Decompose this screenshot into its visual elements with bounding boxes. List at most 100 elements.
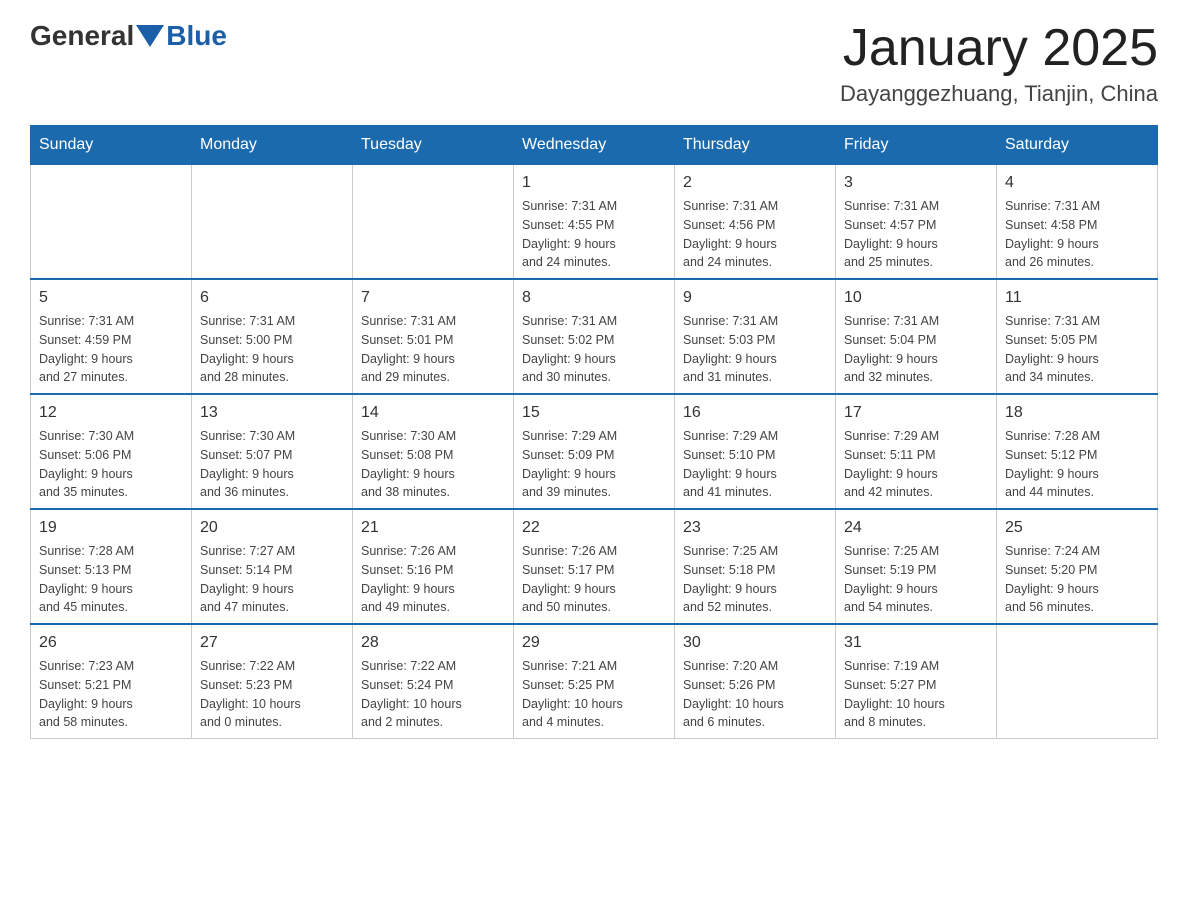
calendar-day-cell: 22Sunrise: 7:26 AM Sunset: 5:17 PM Dayli… xyxy=(514,509,675,624)
day-info: Sunrise: 7:31 AM Sunset: 5:00 PM Dayligh… xyxy=(200,312,344,387)
day-number: 17 xyxy=(844,401,988,425)
calendar-day-cell: 9Sunrise: 7:31 AM Sunset: 5:03 PM Daylig… xyxy=(675,279,836,394)
day-number: 29 xyxy=(522,631,666,655)
calendar-week-row: 1Sunrise: 7:31 AM Sunset: 4:55 PM Daylig… xyxy=(31,165,1158,280)
calendar-week-row: 19Sunrise: 7:28 AM Sunset: 5:13 PM Dayli… xyxy=(31,509,1158,624)
day-number: 30 xyxy=(683,631,827,655)
calendar-day-cell xyxy=(192,165,353,280)
day-info: Sunrise: 7:27 AM Sunset: 5:14 PM Dayligh… xyxy=(200,542,344,617)
day-info: Sunrise: 7:25 AM Sunset: 5:19 PM Dayligh… xyxy=(844,542,988,617)
day-info: Sunrise: 7:26 AM Sunset: 5:16 PM Dayligh… xyxy=(361,542,505,617)
calendar-day-cell: 27Sunrise: 7:22 AM Sunset: 5:23 PM Dayli… xyxy=(192,624,353,739)
day-number: 1 xyxy=(522,171,666,195)
calendar-day-cell: 26Sunrise: 7:23 AM Sunset: 5:21 PM Dayli… xyxy=(31,624,192,739)
weekday-header-saturday: Saturday xyxy=(997,126,1158,165)
day-number: 28 xyxy=(361,631,505,655)
calendar-day-cell: 25Sunrise: 7:24 AM Sunset: 5:20 PM Dayli… xyxy=(997,509,1158,624)
day-number: 8 xyxy=(522,286,666,310)
calendar-day-cell: 4Sunrise: 7:31 AM Sunset: 4:58 PM Daylig… xyxy=(997,165,1158,280)
weekday-header-friday: Friday xyxy=(836,126,997,165)
calendar-day-cell: 24Sunrise: 7:25 AM Sunset: 5:19 PM Dayli… xyxy=(836,509,997,624)
day-info: Sunrise: 7:21 AM Sunset: 5:25 PM Dayligh… xyxy=(522,657,666,732)
calendar-day-cell: 18Sunrise: 7:28 AM Sunset: 5:12 PM Dayli… xyxy=(997,394,1158,509)
calendar-day-cell: 10Sunrise: 7:31 AM Sunset: 5:04 PM Dayli… xyxy=(836,279,997,394)
day-number: 10 xyxy=(844,286,988,310)
day-number: 5 xyxy=(39,286,183,310)
day-info: Sunrise: 7:20 AM Sunset: 5:26 PM Dayligh… xyxy=(683,657,827,732)
day-info: Sunrise: 7:31 AM Sunset: 5:04 PM Dayligh… xyxy=(844,312,988,387)
logo-blue-text: Blue xyxy=(166,20,227,52)
calendar-day-cell xyxy=(353,165,514,280)
day-number: 12 xyxy=(39,401,183,425)
day-info: Sunrise: 7:22 AM Sunset: 5:24 PM Dayligh… xyxy=(361,657,505,732)
day-info: Sunrise: 7:31 AM Sunset: 4:58 PM Dayligh… xyxy=(1005,197,1149,272)
day-info: Sunrise: 7:29 AM Sunset: 5:11 PM Dayligh… xyxy=(844,427,988,502)
calendar-day-cell: 31Sunrise: 7:19 AM Sunset: 5:27 PM Dayli… xyxy=(836,624,997,739)
logo-triangle-icon xyxy=(136,25,164,47)
calendar-week-row: 12Sunrise: 7:30 AM Sunset: 5:06 PM Dayli… xyxy=(31,394,1158,509)
calendar-day-cell: 14Sunrise: 7:30 AM Sunset: 5:08 PM Dayli… xyxy=(353,394,514,509)
calendar-day-cell: 15Sunrise: 7:29 AM Sunset: 5:09 PM Dayli… xyxy=(514,394,675,509)
calendar-day-cell: 20Sunrise: 7:27 AM Sunset: 5:14 PM Dayli… xyxy=(192,509,353,624)
weekday-header-sunday: Sunday xyxy=(31,126,192,165)
calendar-table: SundayMondayTuesdayWednesdayThursdayFrid… xyxy=(30,125,1158,739)
day-info: Sunrise: 7:29 AM Sunset: 5:10 PM Dayligh… xyxy=(683,427,827,502)
location-title: Dayanggezhuang, Tianjin, China xyxy=(840,81,1158,107)
calendar-day-cell: 5Sunrise: 7:31 AM Sunset: 4:59 PM Daylig… xyxy=(31,279,192,394)
day-info: Sunrise: 7:31 AM Sunset: 4:55 PM Dayligh… xyxy=(522,197,666,272)
day-info: Sunrise: 7:31 AM Sunset: 4:56 PM Dayligh… xyxy=(683,197,827,272)
calendar-day-cell: 1Sunrise: 7:31 AM Sunset: 4:55 PM Daylig… xyxy=(514,165,675,280)
calendar-day-cell: 6Sunrise: 7:31 AM Sunset: 5:00 PM Daylig… xyxy=(192,279,353,394)
day-info: Sunrise: 7:28 AM Sunset: 5:12 PM Dayligh… xyxy=(1005,427,1149,502)
page-header: General Blue January 2025 Dayanggezhuang… xyxy=(30,20,1158,107)
day-info: Sunrise: 7:25 AM Sunset: 5:18 PM Dayligh… xyxy=(683,542,827,617)
day-number: 15 xyxy=(522,401,666,425)
day-number: 27 xyxy=(200,631,344,655)
day-number: 7 xyxy=(361,286,505,310)
calendar-day-cell: 28Sunrise: 7:22 AM Sunset: 5:24 PM Dayli… xyxy=(353,624,514,739)
calendar-day-cell: 30Sunrise: 7:20 AM Sunset: 5:26 PM Dayli… xyxy=(675,624,836,739)
logo-general-text: General xyxy=(30,20,134,52)
day-info: Sunrise: 7:31 AM Sunset: 4:59 PM Dayligh… xyxy=(39,312,183,387)
calendar-day-cell: 8Sunrise: 7:31 AM Sunset: 5:02 PM Daylig… xyxy=(514,279,675,394)
calendar-day-cell: 7Sunrise: 7:31 AM Sunset: 5:01 PM Daylig… xyxy=(353,279,514,394)
day-info: Sunrise: 7:31 AM Sunset: 4:57 PM Dayligh… xyxy=(844,197,988,272)
day-number: 9 xyxy=(683,286,827,310)
calendar-day-cell: 21Sunrise: 7:26 AM Sunset: 5:16 PM Dayli… xyxy=(353,509,514,624)
day-info: Sunrise: 7:31 AM Sunset: 5:02 PM Dayligh… xyxy=(522,312,666,387)
calendar-week-row: 26Sunrise: 7:23 AM Sunset: 5:21 PM Dayli… xyxy=(31,624,1158,739)
day-number: 23 xyxy=(683,516,827,540)
calendar-day-cell: 12Sunrise: 7:30 AM Sunset: 5:06 PM Dayli… xyxy=(31,394,192,509)
calendar-day-cell: 11Sunrise: 7:31 AM Sunset: 5:05 PM Dayli… xyxy=(997,279,1158,394)
day-info: Sunrise: 7:31 AM Sunset: 5:03 PM Dayligh… xyxy=(683,312,827,387)
title-block: January 2025 Dayanggezhuang, Tianjin, Ch… xyxy=(840,20,1158,107)
day-info: Sunrise: 7:19 AM Sunset: 5:27 PM Dayligh… xyxy=(844,657,988,732)
day-number: 20 xyxy=(200,516,344,540)
day-number: 4 xyxy=(1005,171,1149,195)
weekday-header-tuesday: Tuesday xyxy=(353,126,514,165)
day-number: 3 xyxy=(844,171,988,195)
month-title: January 2025 xyxy=(840,20,1158,77)
day-number: 13 xyxy=(200,401,344,425)
weekday-header-thursday: Thursday xyxy=(675,126,836,165)
calendar-day-cell xyxy=(31,165,192,280)
logo: General Blue xyxy=(30,20,227,52)
calendar-day-cell: 16Sunrise: 7:29 AM Sunset: 5:10 PM Dayli… xyxy=(675,394,836,509)
day-info: Sunrise: 7:26 AM Sunset: 5:17 PM Dayligh… xyxy=(522,542,666,617)
day-number: 14 xyxy=(361,401,505,425)
day-info: Sunrise: 7:30 AM Sunset: 5:07 PM Dayligh… xyxy=(200,427,344,502)
day-info: Sunrise: 7:30 AM Sunset: 5:08 PM Dayligh… xyxy=(361,427,505,502)
calendar-day-cell: 17Sunrise: 7:29 AM Sunset: 5:11 PM Dayli… xyxy=(836,394,997,509)
day-number: 6 xyxy=(200,286,344,310)
calendar-day-cell: 2Sunrise: 7:31 AM Sunset: 4:56 PM Daylig… xyxy=(675,165,836,280)
calendar-day-cell: 23Sunrise: 7:25 AM Sunset: 5:18 PM Dayli… xyxy=(675,509,836,624)
day-info: Sunrise: 7:31 AM Sunset: 5:05 PM Dayligh… xyxy=(1005,312,1149,387)
day-number: 19 xyxy=(39,516,183,540)
weekday-header-monday: Monday xyxy=(192,126,353,165)
day-info: Sunrise: 7:29 AM Sunset: 5:09 PM Dayligh… xyxy=(522,427,666,502)
calendar-day-cell: 3Sunrise: 7:31 AM Sunset: 4:57 PM Daylig… xyxy=(836,165,997,280)
day-number: 26 xyxy=(39,631,183,655)
day-number: 2 xyxy=(683,171,827,195)
day-number: 18 xyxy=(1005,401,1149,425)
calendar-week-row: 5Sunrise: 7:31 AM Sunset: 4:59 PM Daylig… xyxy=(31,279,1158,394)
